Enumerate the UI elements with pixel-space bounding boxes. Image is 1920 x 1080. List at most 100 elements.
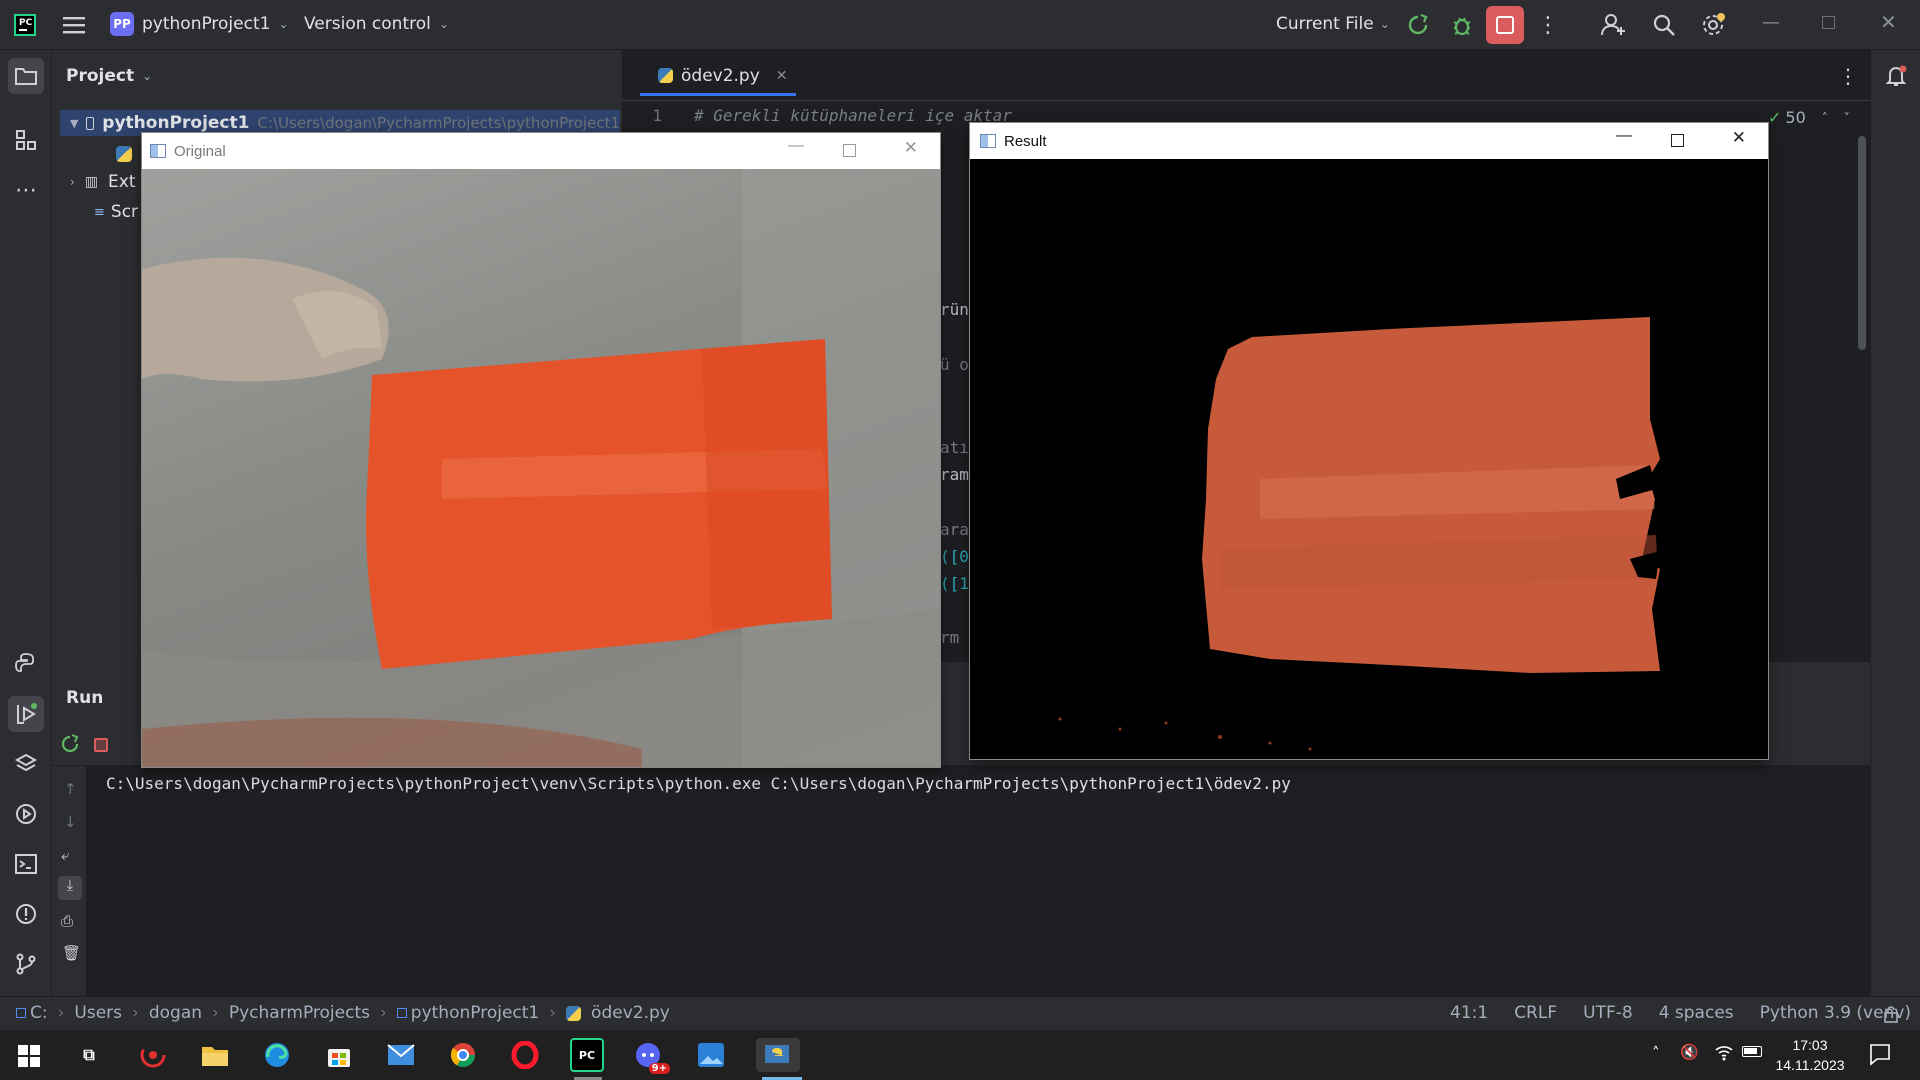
volume-muted-icon[interactable]: 🔇 (1680, 1043, 1699, 1061)
main-menu-icon[interactable] (56, 7, 92, 43)
search-icon[interactable] (1646, 7, 1682, 43)
original-window[interactable]: Original — ✕ (141, 132, 941, 768)
breadcrumb-item[interactable]: dogan (149, 1003, 202, 1023)
tree-row-scratches[interactable]: ≡ Scr (94, 202, 138, 222)
project-badge: PP (110, 12, 134, 36)
title-bar: PC PP pythonProject1 ⌄ Version control ⌄… (0, 0, 1920, 50)
more-tools-icon[interactable]: ⋯ (8, 172, 44, 208)
settings-gear-icon[interactable] (1695, 7, 1731, 43)
editor-tab[interactable]: ödev2.py ✕ (640, 58, 796, 96)
clock-date: 14.11.2023 (1775, 1057, 1845, 1073)
soft-wrap-icon[interactable]: ⤶ (61, 846, 69, 864)
chevron-right-icon: › (70, 175, 75, 189)
notifications-bell-icon[interactable] (1878, 58, 1914, 94)
chevron-down-icon[interactable]: ▼ (70, 117, 78, 130)
rerun-icon[interactable] (60, 734, 80, 758)
git-branch-icon[interactable] (8, 946, 44, 982)
maximize-icon[interactable] (1671, 134, 1684, 147)
minimize-icon[interactable]: — (1616, 127, 1632, 145)
debug-icon[interactable] (1444, 7, 1480, 43)
services-icon[interactable] (8, 796, 44, 832)
breadcrumb-item[interactable]: pythonProject1 (411, 1003, 539, 1023)
notification-center-icon[interactable] (1868, 1042, 1892, 1070)
file-encoding[interactable]: UTF-8 (1583, 1003, 1633, 1023)
console-output[interactable]: C:\Users\dogan\PycharmProjects\pythonPro… (106, 774, 1291, 793)
mail-icon[interactable] (384, 1038, 418, 1072)
vcs-menu[interactable]: Version control ⌄ (304, 14, 449, 34)
problems-icon[interactable] (8, 896, 44, 932)
wifi-icon[interactable] (1714, 1042, 1734, 1066)
breadcrumb-item[interactable]: PycharmProjects (229, 1003, 370, 1023)
close-icon[interactable]: ✕ (776, 68, 788, 84)
caret-position[interactable]: 41:1 (1450, 1003, 1488, 1023)
arrow-up-icon[interactable]: ↑ (64, 780, 77, 798)
rerun-icon[interactable] (1400, 7, 1436, 43)
right-tool-bar (1870, 50, 1920, 996)
window-minimize-button[interactable]: — (1762, 12, 1780, 33)
file-explorer-icon[interactable] (198, 1038, 232, 1072)
run-tool-icon[interactable] (8, 696, 44, 732)
inspection-count: 50 (1785, 108, 1806, 127)
terminal-icon[interactable] (8, 846, 44, 882)
maximize-icon[interactable] (843, 144, 856, 157)
pycharm-logo-icon[interactable]: PC (14, 14, 36, 36)
stop-icon[interactable] (94, 738, 108, 752)
result-window-titlebar[interactable]: Result — ✕ (970, 123, 1768, 159)
battery-icon[interactable] (1742, 1046, 1762, 1057)
photos-icon[interactable] (694, 1038, 728, 1072)
python-file-icon (566, 1005, 582, 1021)
more-actions-icon[interactable]: ⋮ (1530, 7, 1566, 43)
pycharm-task-icon[interactable]: PC (570, 1038, 604, 1072)
chevron-down-icon[interactable]: ˅ (1844, 111, 1850, 125)
vertical-scrollbar[interactable] (1858, 136, 1866, 350)
breadcrumb-item[interactable]: Users (74, 1003, 122, 1023)
add-user-icon[interactable] (1596, 7, 1632, 43)
trash-icon[interactable]: 🗑 (62, 944, 81, 962)
code-fragment: ü o (940, 355, 969, 374)
store-icon[interactable] (322, 1038, 356, 1072)
breadcrumb-item[interactable]: C: (30, 1003, 48, 1023)
run-config-selector[interactable]: Current File ⌄ (1276, 14, 1390, 34)
line-separator[interactable]: CRLF (1514, 1003, 1557, 1023)
chevron-up-icon[interactable]: ˄ (1822, 111, 1828, 125)
chrome-icon[interactable] (446, 1038, 480, 1072)
window-close-button[interactable]: ✕ (1880, 10, 1897, 34)
minimize-icon[interactable]: — (788, 137, 804, 155)
python-window-icon[interactable] (756, 1038, 800, 1072)
task-view-icon[interactable]: ⧉ (72, 1038, 106, 1072)
close-icon[interactable]: ✕ (904, 138, 918, 158)
discord-icon[interactable]: 9+ (632, 1038, 670, 1074)
window-restore-button[interactable] (1822, 16, 1835, 29)
original-window-titlebar[interactable]: Original — ✕ (142, 133, 940, 169)
result-window[interactable]: Result — ✕ (969, 122, 1769, 760)
layers-icon[interactable] (8, 746, 44, 782)
indent-setting[interactable]: 4 spaces (1659, 1003, 1734, 1023)
run-tab[interactable]: Run (66, 688, 103, 708)
scroll-to-end-icon[interactable]: ⤓ (58, 876, 82, 900)
stop-button[interactable] (1486, 6, 1524, 44)
breadcrumb-item[interactable]: ödev2.py (591, 1003, 670, 1023)
opera-icon[interactable] (508, 1038, 542, 1072)
tree-row-external-libraries[interactable]: › ▥ Ext (70, 172, 136, 192)
close-icon[interactable]: ✕ (1732, 128, 1746, 148)
lock-icon[interactable] (1882, 1005, 1900, 1028)
vcs-label: Version control (304, 14, 431, 34)
inspection-widget[interactable]: ✓ 50 ˄ ˅ (1768, 108, 1850, 127)
python-console-icon[interactable] (8, 646, 44, 682)
project-folder-icon[interactable] (8, 58, 44, 94)
chevron-down-icon: ⌄ (1379, 17, 1390, 31)
print-icon[interactable]: ⎙ (61, 912, 73, 930)
arrow-down-icon[interactable]: ↓ (64, 813, 77, 831)
windows-start-icon[interactable] (18, 1045, 40, 1071)
structure-icon[interactable] (8, 122, 44, 158)
tab-label: ödev2.py (681, 65, 760, 86)
windows-taskbar: ⧉ PC 9+ ˄ 🔇 17:03 14.11.2023 (0, 1030, 1920, 1080)
python-file-icon (658, 68, 673, 83)
recorder-app-icon[interactable] (136, 1038, 170, 1072)
project-panel-header[interactable]: Project ⌄ (66, 66, 152, 86)
project-switcher[interactable]: PP pythonProject1 ⌄ (110, 12, 289, 36)
clock[interactable]: 17:03 14.11.2023 (1774, 1035, 1846, 1075)
edge-browser-icon[interactable] (260, 1038, 294, 1072)
editor-options-icon[interactable]: ⋮ (1838, 64, 1858, 88)
chevron-up-icon[interactable]: ˄ (1652, 1044, 1660, 1062)
